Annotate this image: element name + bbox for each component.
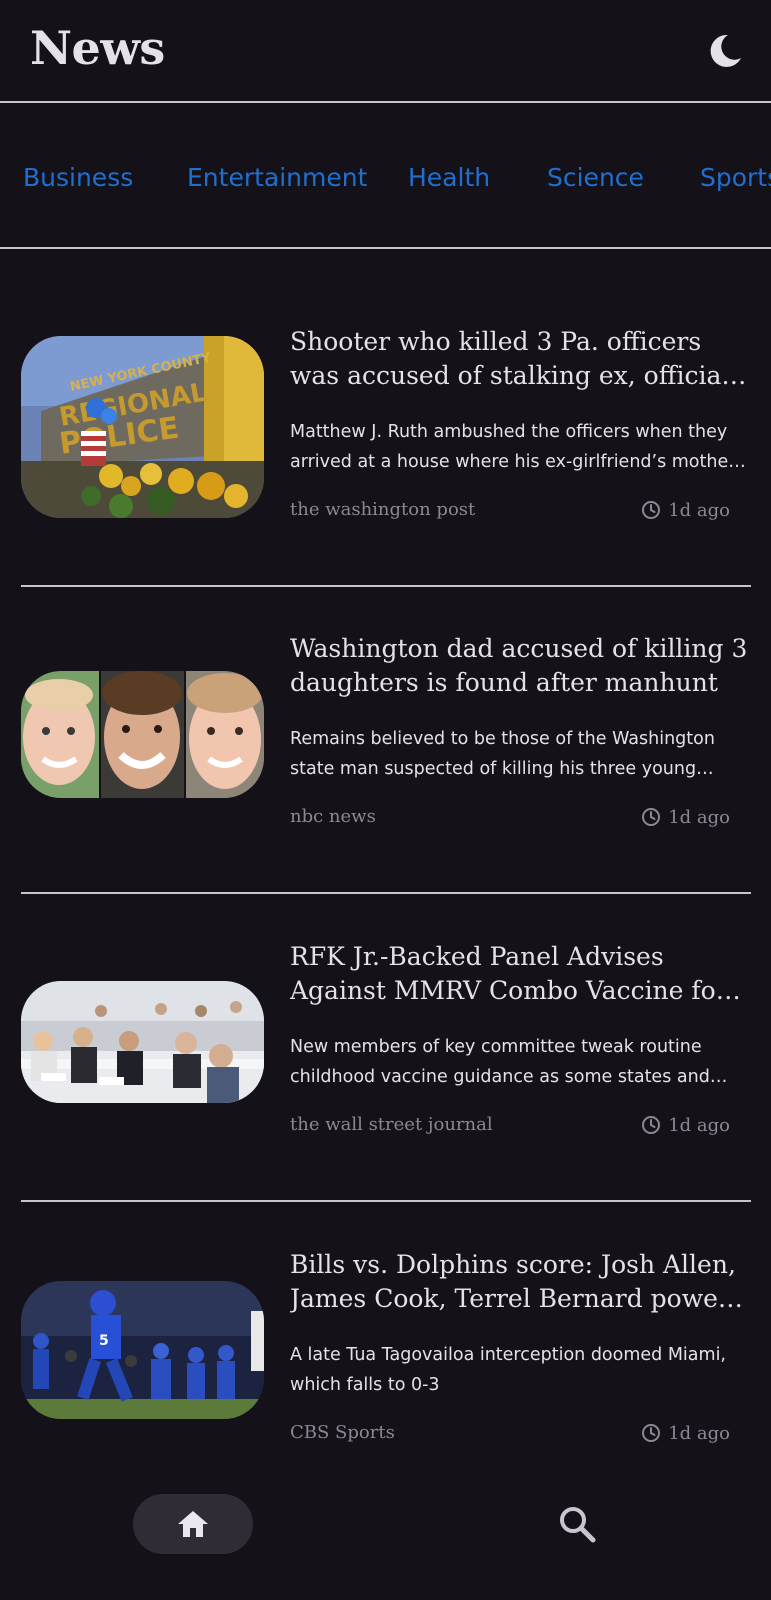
article-description: Matthew J. Ruth ambushed the officers wh… [290, 422, 736, 472]
article-description: Remains believed to be those of the Wash… [290, 729, 715, 779]
tab-sports[interactable]: Sports [700, 161, 771, 195]
article-title[interactable]: RFK Jr.-Backed Panel Advises Against MMR… [290, 940, 748, 1008]
article-description: A late Tua Tagovailoa interception doome… [290, 1345, 726, 1395]
article-card[interactable]: NEW YORK COUNTY REGIONAL POLICE Shooter … [21, 325, 751, 587]
article-description: New members of key committee tweak routi… [290, 1037, 710, 1087]
moon-icon[interactable] [706, 32, 744, 70]
article-source: CBS Sports [290, 1422, 395, 1443]
article-source: the washington post [290, 499, 476, 520]
article-time: 1d ago [641, 804, 730, 830]
article-card[interactable]: Washington dad accused of killing 3 daug… [21, 632, 751, 894]
article-thumbnail: NEW YORK COUNTY REGIONAL POLICE [21, 336, 264, 518]
bottom-navigation [0, 1475, 771, 1600]
clock-icon [642, 1116, 661, 1134]
tab-business[interactable]: Business [23, 161, 133, 195]
article-time: 1d ago [641, 1420, 730, 1446]
search-icon[interactable] [557, 1504, 597, 1544]
article-time-label: 1d ago [668, 1114, 730, 1136]
tab-entertainment[interactable]: Entertainment [187, 161, 367, 195]
tab-science[interactable]: Science [547, 161, 644, 195]
page-title: News [30, 21, 165, 75]
article-title[interactable]: Shooter who killed 3 Pa. officers was ac… [290, 325, 748, 393]
home-icon [178, 1511, 208, 1537]
article-card[interactable]: 5 Bills vs. Dolphins score: Josh Allen, … [21, 1248, 751, 1508]
tab-health[interactable]: Health [408, 161, 490, 195]
category-tabs: Business Entertainment Health Science Sp… [0, 103, 771, 249]
article-time: 1d ago [641, 497, 730, 523]
article-thumbnail: 5 [21, 1281, 264, 1419]
svg-text:5: 5 [99, 1333, 109, 1349]
article-source: nbc news [290, 806, 376, 827]
article-time-label: 1d ago [668, 806, 730, 828]
article-card[interactable]: RFK Jr.-Backed Panel Advises Against MMR… [21, 940, 751, 1202]
article-source: the wall street journal [290, 1114, 493, 1135]
clock-icon [642, 501, 661, 519]
article-time-label: 1d ago [668, 1422, 730, 1444]
nav-home-button[interactable] [133, 1494, 253, 1554]
clock-icon [642, 1424, 661, 1442]
article-title[interactable]: Bills vs. Dolphins score: Josh Allen, Ja… [290, 1248, 748, 1316]
app-header: News [0, 0, 771, 103]
article-time: 1d ago [641, 1112, 730, 1138]
clock-icon [642, 808, 661, 826]
article-thumbnail [21, 671, 264, 798]
article-time-label: 1d ago [668, 499, 730, 521]
article-thumbnail [21, 981, 264, 1103]
article-title[interactable]: Washington dad accused of killing 3 daug… [290, 632, 748, 700]
